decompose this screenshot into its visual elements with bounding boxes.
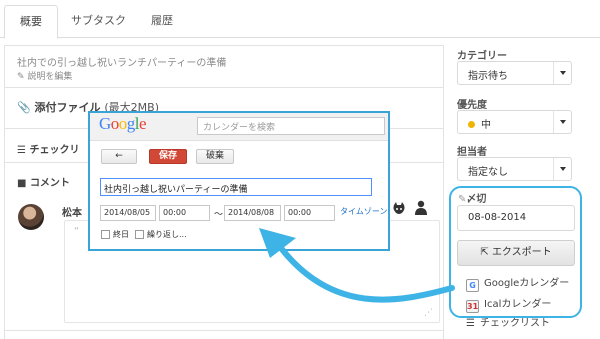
category-value: 指示待ち (468, 71, 508, 82)
chevron-down-icon (560, 120, 566, 124)
back-button[interactable]: ← (101, 149, 137, 164)
resize-handle-icon[interactable]: ⋰ (424, 308, 433, 318)
chevron-down-icon (560, 71, 566, 75)
end-date-field[interactable]: 2014/08/08 (224, 205, 281, 221)
timezone-link[interactable]: タイムゾーン (340, 206, 387, 217)
priority-dot-icon (468, 121, 475, 128)
end-time-field[interactable]: 00:00 (284, 205, 335, 221)
chevron-down-icon (560, 167, 566, 171)
paperclip-icon: 📎 (17, 101, 31, 114)
tab-history[interactable]: 履歴 (136, 5, 188, 39)
comments-header: ■ コメント (17, 174, 70, 189)
person-icon (415, 200, 427, 215)
comments-label: コメント (29, 178, 70, 189)
assignee-label: 担当者 (457, 147, 487, 158)
divider (4, 87, 444, 88)
start-date-field[interactable]: 2014/08/05 (100, 205, 156, 221)
quote-icon: “ (74, 226, 80, 237)
category-label: カテゴリー (457, 51, 507, 62)
priority-select[interactable]: 中 (457, 110, 572, 134)
checklist-icon: ☰ (466, 318, 475, 329)
all-day-label: 終日 (113, 230, 129, 239)
event-title-value: 社内引っ越し祝いパーティーの準備 (104, 185, 248, 195)
assignee-value: 指定なし (468, 167, 508, 178)
assignee-select[interactable]: 指定なし (457, 157, 572, 181)
edit-description-label: 説明を編集 (27, 72, 73, 82)
range-separator: ～ (214, 210, 224, 220)
priority-label: 優先度 (457, 100, 487, 111)
save-button[interactable]: 保存 (149, 149, 187, 164)
checklist-header[interactable]: ☰ チェックリ (17, 141, 79, 156)
repeat-label: 繰り返し... (147, 230, 187, 239)
discard-button[interactable]: 破棄 (196, 149, 234, 164)
google-logo-letter: o (118, 114, 128, 133)
repeat-checkbox[interactable] (135, 230, 144, 239)
start-time-field[interactable]: 00:00 (159, 205, 210, 221)
comment-icon: ■ (17, 178, 27, 189)
pencil-icon: ✎ (17, 72, 25, 82)
export-highlight-outline (449, 186, 582, 318)
avatar (18, 204, 44, 230)
edit-description-link[interactable]: ✎ 説明を編集 (17, 69, 72, 82)
event-title-input[interactable]: 社内引っ越し祝いパーティーの準備 (100, 178, 372, 196)
google-logo: Google (99, 114, 147, 134)
google-logo-letter: G (99, 114, 111, 133)
checklist-label: チェックリ (29, 145, 80, 156)
tab-subtasks[interactable]: サブタスク (56, 5, 141, 39)
all-day-checkbox[interactable] (101, 230, 110, 239)
google-logo-letter: o (110, 114, 120, 133)
category-select[interactable]: 指示待ち (457, 61, 572, 85)
divider (4, 330, 444, 331)
google-logo-letter: e (139, 114, 147, 133)
octocat-icon (393, 202, 405, 214)
priority-value: 中 (481, 120, 491, 131)
task-title: 社内での引っ越し祝いランチパーティーの準備 (17, 58, 227, 69)
calendar-search-placeholder: カレンダーを検索 (203, 123, 276, 133)
tab-overview[interactable]: 概要 (4, 5, 58, 39)
comment-author: 松本 (62, 208, 82, 219)
google-logo-letter: g (126, 114, 136, 133)
list-icon: ☰ (17, 145, 26, 156)
